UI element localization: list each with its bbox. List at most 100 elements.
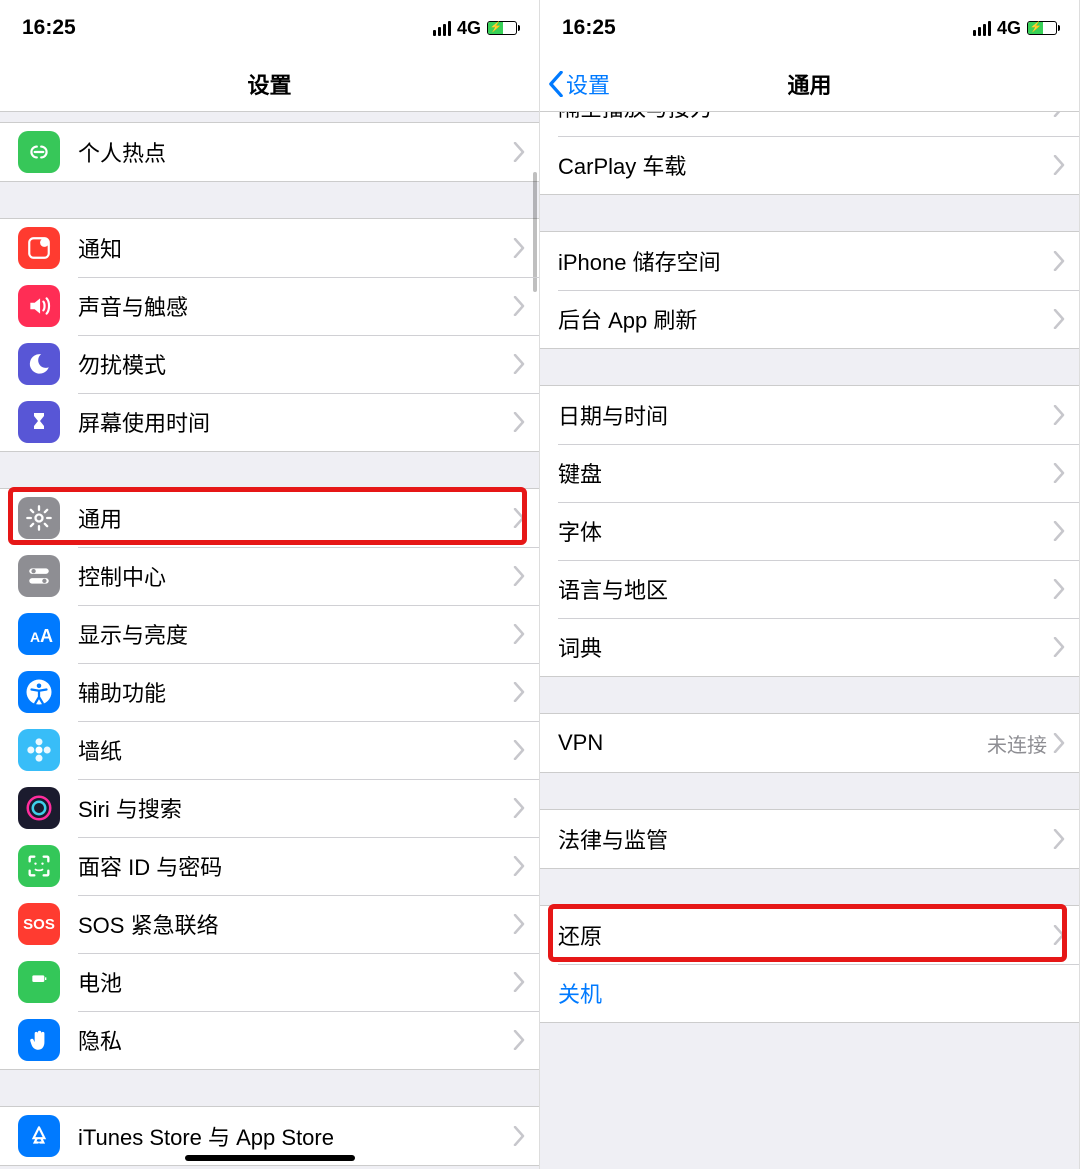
svg-text:A: A [30, 629, 40, 645]
chevron-right-icon [1053, 112, 1065, 117]
row-label: 屏幕使用时间 [78, 406, 513, 438]
row-general[interactable]: 通用 [0, 489, 539, 547]
chevron-right-icon [513, 142, 525, 162]
appstore-icon [18, 1115, 60, 1157]
row-shutdown[interactable]: 关机 [540, 964, 1079, 1022]
status-time: 16:25 [22, 16, 76, 40]
chevron-right-icon [513, 914, 525, 934]
chevron-right-icon [1053, 829, 1065, 849]
chevron-right-icon [513, 1126, 525, 1146]
row-label: Siri 与搜索 [78, 792, 513, 824]
chevron-right-icon [513, 1030, 525, 1050]
row-fonts[interactable]: 字体 [540, 502, 1079, 560]
row-wallpaper[interactable]: 墙纸 [0, 721, 539, 779]
row-legal[interactable]: 法律与监管 [540, 810, 1079, 868]
row-label: VPN [558, 730, 987, 756]
chevron-right-icon [513, 682, 525, 702]
chevron-right-icon [513, 296, 525, 316]
chevron-right-icon [513, 740, 525, 760]
chevron-right-icon [513, 624, 525, 644]
row-dnd[interactable]: 勿扰模式 [0, 335, 539, 393]
row-storage[interactable]: iPhone 储存空间 [540, 232, 1079, 290]
network-label: 4G [997, 18, 1021, 39]
text-size-icon: AA [18, 613, 60, 655]
row-privacy[interactable]: 隐私 [0, 1011, 539, 1069]
row-faceid[interactable]: 面容 ID 与密码 [0, 837, 539, 895]
nav-bar: 设置 [0, 56, 539, 112]
flower-icon [18, 729, 60, 771]
chevron-right-icon [1053, 463, 1065, 483]
gear-icon [18, 497, 60, 539]
chevron-right-icon [513, 972, 525, 992]
row-sos[interactable]: SOSSOS 紧急联络 [0, 895, 539, 953]
row-carplay[interactable]: CarPlay 车载 [540, 136, 1079, 194]
row-language[interactable]: 语言与地区 [540, 560, 1079, 618]
row-label: 面容 ID 与密码 [78, 850, 513, 882]
row-label: 墙纸 [78, 734, 513, 766]
row-battery[interactable]: 电池 [0, 953, 539, 1011]
row-sounds[interactable]: 声音与触感 [0, 277, 539, 335]
row-datetime[interactable]: 日期与时间 [540, 386, 1079, 444]
row-reset[interactable]: 还原 [540, 906, 1079, 964]
network-label: 4G [457, 18, 481, 39]
chevron-right-icon [1053, 405, 1065, 425]
row-label: iTunes Store 与 App Store [78, 1120, 513, 1152]
back-label: 设置 [566, 68, 610, 100]
row-label: 后台 App 刷新 [558, 303, 1053, 335]
row-dictionary[interactable]: 词典 [540, 618, 1079, 676]
back-button[interactable]: 设置 [548, 68, 610, 100]
sound-icon [18, 285, 60, 327]
notification-icon [18, 227, 60, 269]
row-label: 日期与时间 [558, 399, 1053, 431]
chevron-right-icon [513, 238, 525, 258]
row-label: 词典 [558, 631, 1053, 663]
chevron-right-icon [513, 856, 525, 876]
row-hotspot[interactable]: 个人热点 [0, 123, 539, 181]
row-label: 还原 [558, 919, 1053, 951]
row-control-center[interactable]: 控制中心 [0, 547, 539, 605]
settings-screen: 16:25 4G ⚡ 设置 个人热点通知声音与触感勿扰模式屏幕使用时间通用控制中… [0, 0, 540, 1169]
row-label: 勿扰模式 [78, 348, 513, 380]
row-label: 通知 [78, 232, 513, 264]
faceid-icon [18, 845, 60, 887]
row-label: 字体 [558, 515, 1053, 547]
row-display[interactable]: AA 显示与亮度 [0, 605, 539, 663]
svg-text:A: A [40, 626, 53, 646]
chevron-right-icon [1053, 733, 1065, 753]
chevron-right-icon [1053, 637, 1065, 657]
link-icon [18, 131, 60, 173]
row-label: 关机 [558, 977, 1065, 1009]
accessibility-icon [18, 671, 60, 713]
battery-icon: ⚡ [487, 21, 517, 35]
row-label: 声音与触感 [78, 290, 513, 322]
row-label: CarPlay 车载 [558, 149, 1053, 181]
row-label: 显示与亮度 [78, 618, 513, 650]
page-title: 通用 [787, 68, 831, 100]
row-notifications[interactable]: 通知 [0, 219, 539, 277]
chevron-right-icon [513, 508, 525, 528]
chevron-right-icon [1053, 309, 1065, 329]
row-label: iPhone 储存空间 [558, 245, 1053, 277]
row-accessibility[interactable]: 辅助功能 [0, 663, 539, 721]
siri-icon [18, 787, 60, 829]
signal-icon [433, 21, 451, 36]
row-label: 通用 [78, 502, 513, 534]
chevron-right-icon [513, 354, 525, 374]
moon-icon [18, 343, 60, 385]
row-label: 电池 [78, 966, 513, 998]
row-label: 语言与地区 [558, 573, 1053, 605]
row-airplay[interactable]: 隔空播放与接力 [540, 112, 1079, 136]
row-keyboard[interactable]: 键盘 [540, 444, 1079, 502]
home-indicator[interactable] [185, 1155, 355, 1161]
settings-list[interactable]: 个人热点通知声音与触感勿扰模式屏幕使用时间通用控制中心 AA 显示与亮度辅助功能墙纸… [0, 112, 539, 1169]
signal-icon [973, 21, 991, 36]
chevron-right-icon [513, 412, 525, 432]
page-title: 设置 [247, 68, 291, 100]
chevron-right-icon [1053, 925, 1065, 945]
row-screentime[interactable]: 屏幕使用时间 [0, 393, 539, 451]
general-list[interactable]: 隔空播放与接力 CarPlay 车载 iPhone 储存空间后台 App 刷新日期与… [540, 112, 1079, 1169]
row-siri[interactable]: Siri 与搜索 [0, 779, 539, 837]
row-vpn[interactable]: VPN未连接 [540, 714, 1079, 772]
status-bar: 16:25 4G ⚡ [0, 0, 539, 56]
row-background-refresh[interactable]: 后台 App 刷新 [540, 290, 1079, 348]
